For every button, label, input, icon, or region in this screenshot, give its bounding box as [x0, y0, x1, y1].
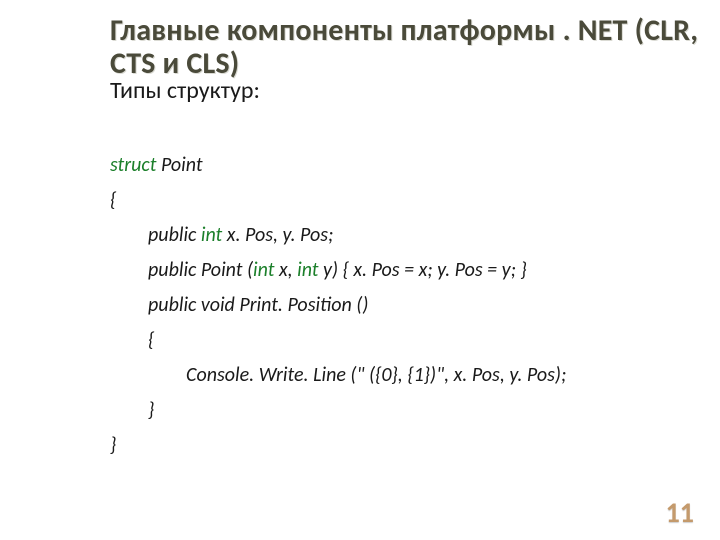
code-text: public Point ( [148, 258, 253, 282]
page-number: 11 [666, 495, 694, 530]
slide-subtitle: Типы структур: [110, 76, 700, 105]
slide: Главные компоненты платформы . NET (CLR,… [110, 10, 700, 530]
code-text: x. Pos, y. Pos; [222, 223, 333, 247]
code-text: public [148, 223, 201, 247]
code-line: public Point (int x, int y) { x. Pos = x… [110, 253, 527, 288]
code-line: { [110, 188, 116, 212]
code-line: public void Print. Position () [110, 288, 368, 323]
code-line: } [110, 393, 154, 428]
keyword-int: int [297, 258, 318, 282]
code-text: y) { x. Pos = x; y. Pos = y; } [319, 258, 527, 282]
code-line: Console. Write. Line (" ({0}, {1})", x. … [110, 358, 566, 393]
code-line: struct Point [110, 153, 203, 177]
code-block: struct Point { public int x. Pos, y. Pos… [110, 113, 700, 463]
slide-title: Главные компоненты платформы . NET (CLR,… [110, 14, 700, 80]
code-text: Point [156, 153, 202, 177]
keyword-int: int [201, 223, 222, 247]
code-line: public int x. Pos, y. Pos; [110, 218, 333, 253]
code-line: } [110, 433, 116, 457]
keyword-struct: struct [110, 153, 156, 177]
keyword-int: int [253, 258, 274, 282]
code-line: { [110, 323, 154, 358]
code-text: x, [274, 258, 297, 282]
